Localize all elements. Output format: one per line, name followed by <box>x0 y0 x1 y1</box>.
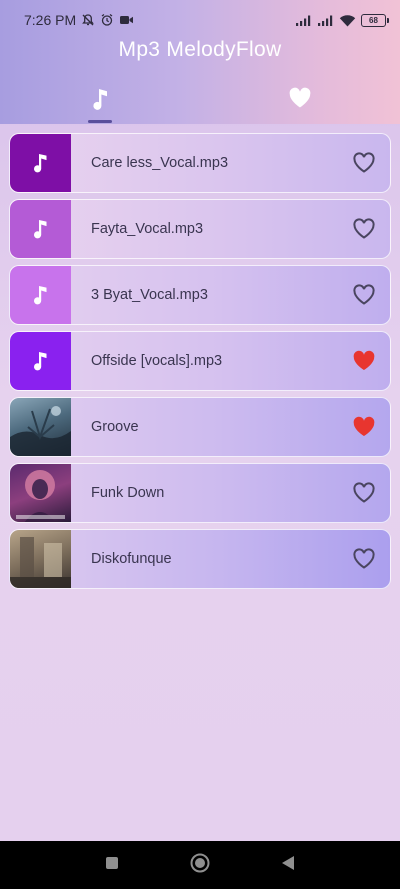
song-card[interactable]: Care less_Vocal.mp3 <box>9 133 391 193</box>
heart-outline-icon <box>353 548 375 569</box>
circle-icon <box>190 853 210 872</box>
video-camera-icon <box>119 14 134 26</box>
album-art-image <box>10 530 71 588</box>
song-title: Diskofunque <box>91 551 172 567</box>
tab-songs[interactable] <box>0 80 200 124</box>
song-title: Care less_Vocal.mp3 <box>91 155 229 171</box>
home-button[interactable] <box>189 852 211 879</box>
music-note-icon <box>33 154 46 173</box>
song-thumbnail <box>10 332 71 390</box>
heart-outline-icon <box>353 152 375 173</box>
music-note-icon <box>33 352 46 371</box>
album-art-image <box>10 464 71 522</box>
album-art-image <box>10 398 71 456</box>
signal-icon <box>295 14 312 27</box>
heart-icon <box>289 87 311 108</box>
favorite-button[interactable] <box>342 141 386 185</box>
song-list: Care less_Vocal.mp3 Fayta_Vocal.mp3 3 By… <box>9 133 391 595</box>
song-card[interactable]: Offside [vocals].mp3 <box>9 331 391 391</box>
song-card[interactable]: Groove <box>9 397 391 457</box>
song-title: Fayta_Vocal.mp3 <box>91 221 204 237</box>
system-navigation-bar <box>0 841 400 889</box>
mute-bell-icon <box>81 13 95 27</box>
triangle-back-icon <box>281 855 294 870</box>
song-card[interactable]: 3 Byat_Vocal.mp3 <box>9 265 391 325</box>
back-button[interactable] <box>280 854 296 877</box>
song-card[interactable]: Fayta_Vocal.mp3 <box>9 199 391 259</box>
tab-favorites[interactable] <box>200 80 400 124</box>
app-title: Mp3 MelodyFlow <box>118 38 282 61</box>
music-note-icon <box>93 89 107 110</box>
signal-icon-2 <box>317 14 334 27</box>
favorite-button[interactable] <box>342 273 386 317</box>
recents-button[interactable] <box>104 855 120 876</box>
song-title: Groove <box>91 419 139 435</box>
status-time: 7:26 PM <box>24 12 77 28</box>
status-bar: 7:26 PM 68 <box>0 0 400 40</box>
heart-filled-icon <box>353 416 375 436</box>
favorite-button[interactable] <box>342 405 386 449</box>
alarm-icon <box>100 13 114 27</box>
app-screen: 7:26 PM 68 Mp3 MelodyFlow Care less_Voca… <box>0 0 400 841</box>
tab-indicator <box>88 120 112 123</box>
song-thumbnail <box>10 200 71 258</box>
song-thumbnail <box>10 134 71 192</box>
favorite-button[interactable] <box>342 207 386 251</box>
song-card[interactable]: Diskofunque <box>9 529 391 589</box>
song-title: Offside [vocals].mp3 <box>91 353 223 369</box>
song-title: Funk Down <box>91 485 165 501</box>
favorite-button[interactable] <box>342 339 386 383</box>
favorite-button[interactable] <box>342 537 386 581</box>
song-title: 3 Byat_Vocal.mp3 <box>91 287 208 303</box>
heart-outline-icon <box>353 482 375 503</box>
favorite-button[interactable] <box>342 471 386 515</box>
music-note-icon <box>33 286 46 305</box>
square-icon <box>106 856 119 869</box>
music-note-icon <box>33 220 46 239</box>
battery-icon: 68 <box>361 13 389 27</box>
song-thumbnail <box>10 266 71 324</box>
heart-outline-icon <box>353 284 375 305</box>
song-card[interactable]: Funk Down <box>9 463 391 523</box>
wifi-icon <box>339 14 356 27</box>
tab-bar <box>0 80 400 124</box>
heart-outline-icon <box>353 218 375 239</box>
heart-filled-icon <box>353 350 375 370</box>
